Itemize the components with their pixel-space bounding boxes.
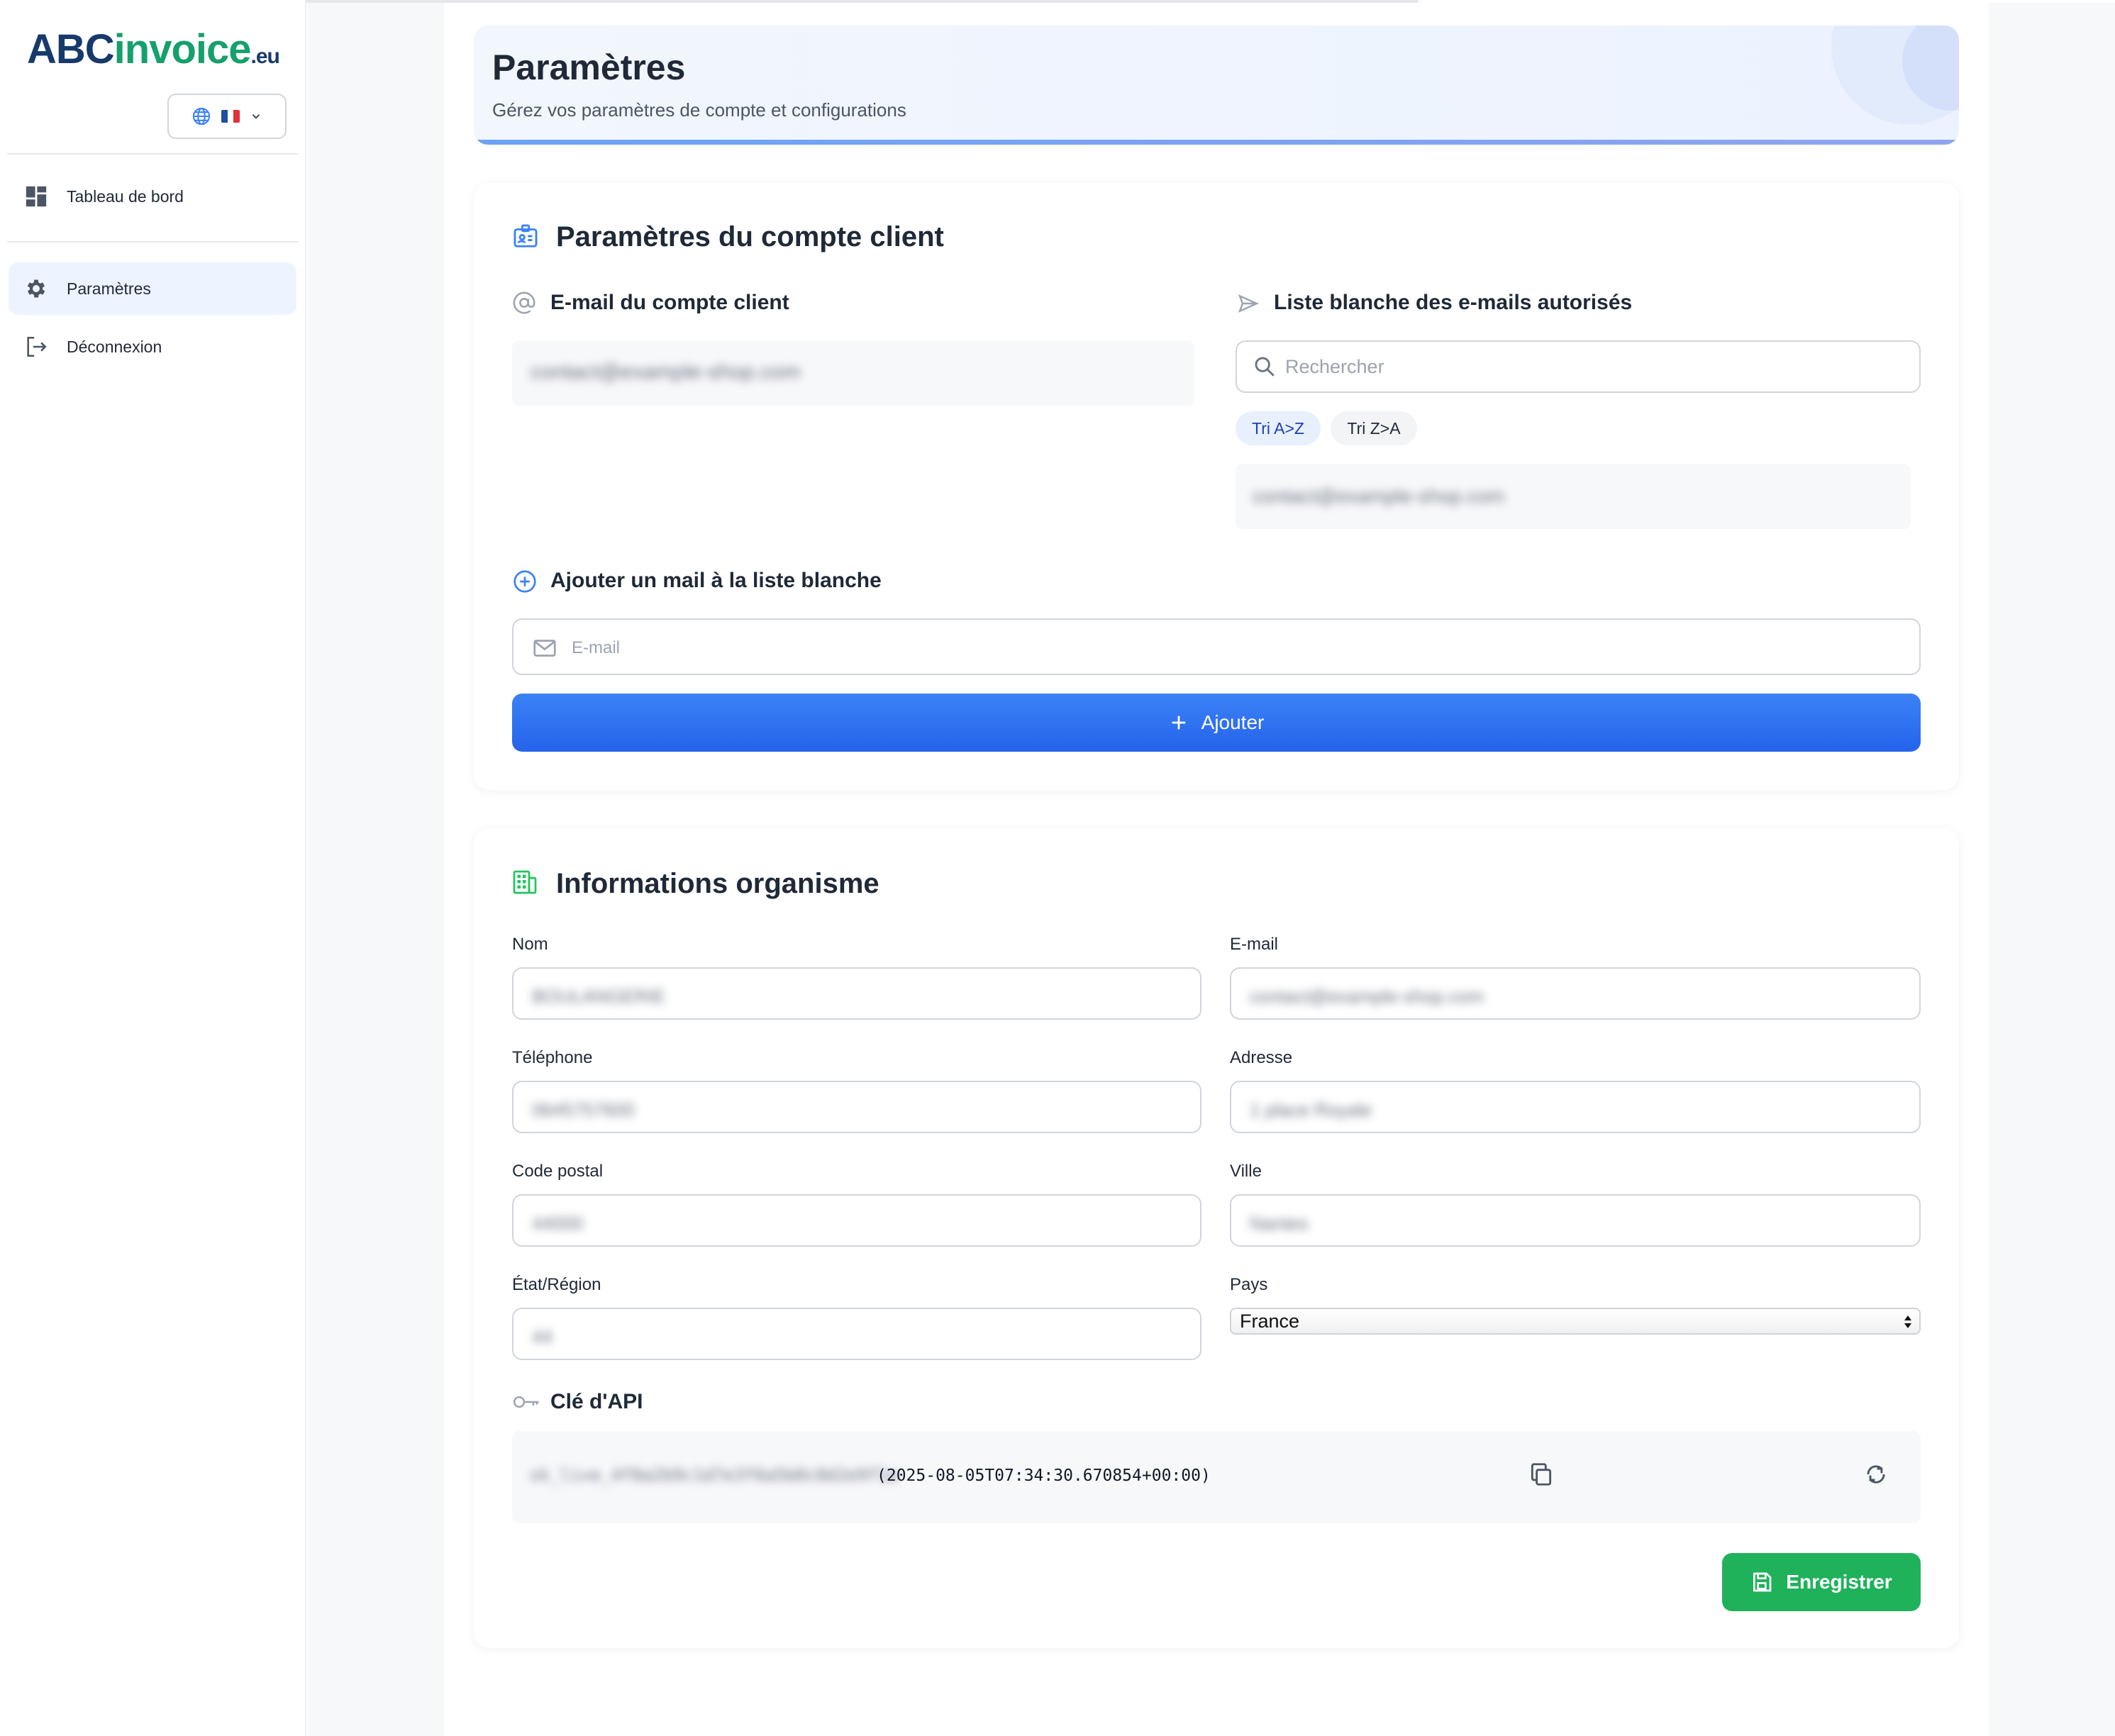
regenerate-icon[interactable] bbox=[1863, 1461, 1889, 1488]
globe-icon bbox=[192, 107, 211, 126]
email-value: contact@example-shop.com bbox=[1250, 986, 1484, 1007]
gear-icon bbox=[27, 279, 45, 298]
organisation-card: Informations organisme Nom BOULANGERIE E… bbox=[474, 828, 1959, 1648]
search-icon bbox=[1255, 357, 1275, 377]
logo-tld: .eu bbox=[250, 45, 280, 68]
key-icon bbox=[513, 1396, 539, 1408]
send-icon bbox=[1238, 294, 1259, 313]
region-value: 44 bbox=[532, 1326, 553, 1347]
nom-value: BOULANGERIE bbox=[532, 986, 665, 1007]
telephone-value: 0645757600 bbox=[532, 1099, 635, 1120]
save-button-label: Enregistrer bbox=[1786, 1571, 1892, 1593]
adresse-value: 1 place Royale bbox=[1250, 1099, 1372, 1120]
sidebar-item-label: Paramètres bbox=[67, 279, 151, 298]
field-label-nom: Nom bbox=[512, 935, 548, 954]
field-label-ville: Ville bbox=[1230, 1162, 1262, 1181]
logout-icon bbox=[27, 336, 47, 357]
language-selector[interactable] bbox=[167, 94, 287, 139]
section-title: Paramètres du compte client bbox=[556, 221, 944, 252]
section-title: Informations organisme bbox=[556, 868, 879, 899]
sidebar-item-label: Tableau de bord bbox=[67, 187, 184, 206]
copy-icon[interactable] bbox=[1528, 1461, 1555, 1488]
api-key-timestamp: (2025-08-05T07:34:30.670854+00:00) bbox=[877, 1467, 1211, 1485]
account-email-value: contact@example-shop.com bbox=[531, 360, 801, 384]
sidebar-item-settings[interactable]: Paramètres bbox=[9, 262, 296, 315]
sidebar-item-logout[interactable]: Déconnexion bbox=[9, 321, 296, 373]
pays-selected-value: France bbox=[1240, 1310, 1300, 1332]
ville-value: Nantes bbox=[1250, 1213, 1309, 1234]
add-whitelist-title: Ajouter un mail à la liste blanche bbox=[550, 569, 882, 592]
whitelist-list: contact@example-shop.com bbox=[1236, 464, 1911, 529]
sidebar-item-label: Déconnexion bbox=[67, 337, 162, 356]
nom-field[interactable]: BOULANGERIE bbox=[512, 967, 1201, 1020]
logo-invoice: invoice bbox=[113, 26, 252, 72]
telephone-field[interactable]: 0645757600 bbox=[512, 1081, 1201, 1133]
header-accent-bar bbox=[474, 140, 1959, 145]
sort-az-button[interactable]: Tri A>Z bbox=[1236, 411, 1321, 445]
add-email-button[interactable]: Ajouter bbox=[512, 694, 1921, 752]
api-key-value: sk_live_4f8a2b9c1d7e3f6a5b0c8d2e9f1a bbox=[529, 1465, 899, 1485]
ville-field[interactable]: Nantes bbox=[1230, 1194, 1921, 1247]
chevron-down-icon bbox=[252, 114, 260, 119]
field-label-region: État/Région bbox=[512, 1275, 601, 1294]
whitelist-search-input[interactable]: Rechercher bbox=[1236, 340, 1921, 393]
sidebar: ABCinvoice.eu Tableau de bord Paramètres… bbox=[0, 0, 306, 1736]
id-card-icon bbox=[514, 224, 538, 247]
adresse-field[interactable]: 1 place Royale bbox=[1230, 1081, 1921, 1133]
save-button[interactable]: Enregistrer bbox=[1722, 1553, 1921, 1611]
whitelist-title: Liste blanche des e-mails autorisés bbox=[1274, 291, 1633, 314]
page-subtitle: Gérez vos paramètres de compte et config… bbox=[492, 99, 906, 121]
email-field[interactable]: contact@example-shop.com bbox=[1230, 967, 1921, 1020]
email-placeholder: E-mail bbox=[572, 638, 621, 657]
dashboard-icon bbox=[26, 186, 47, 207]
flag-fr-icon bbox=[221, 110, 240, 123]
list-item[interactable]: contact@example-shop.com bbox=[1253, 485, 1504, 508]
account-email-display: contact@example-shop.com bbox=[512, 340, 1194, 406]
divider bbox=[7, 241, 298, 243]
sidebar-item-dashboard[interactable]: Tableau de bord bbox=[9, 170, 296, 223]
select-arrows-icon bbox=[1904, 1315, 1911, 1328]
field-label-code-postal: Code postal bbox=[512, 1162, 604, 1181]
api-key-title: Clé d'API bbox=[550, 1390, 643, 1413]
field-label-adresse: Adresse bbox=[1230, 1048, 1293, 1067]
account-settings-card: Paramètres du compte client E-mail du co… bbox=[474, 183, 1959, 790]
field-label-telephone: Téléphone bbox=[512, 1048, 593, 1067]
field-label-pays: Pays bbox=[1230, 1275, 1268, 1294]
mail-icon bbox=[533, 640, 556, 657]
page-header: Paramètres Gérez vos paramètres de compt… bbox=[474, 26, 1959, 145]
sort-za-button[interactable]: Tri Z>A bbox=[1331, 411, 1417, 445]
building-icon bbox=[513, 870, 537, 894]
add-button-label: Ajouter bbox=[1201, 711, 1265, 733]
account-email-title: E-mail du compte client bbox=[550, 291, 789, 314]
at-sign-icon bbox=[513, 291, 535, 314]
pays-select[interactable]: France bbox=[1230, 1308, 1921, 1335]
search-placeholder: Rechercher bbox=[1285, 356, 1384, 377]
region-field[interactable]: 44 bbox=[512, 1308, 1201, 1360]
plus-icon bbox=[1172, 716, 1185, 730]
api-key-box: sk_live_4f8a2b9c1d7e3f6a5b0c8d2e9f1a (20… bbox=[512, 1431, 1921, 1523]
plus-circle-icon bbox=[514, 570, 536, 593]
save-icon bbox=[1753, 1572, 1772, 1592]
field-label-email: E-mail bbox=[1230, 935, 1279, 954]
divider bbox=[7, 153, 298, 155]
brand-logo[interactable]: ABCinvoice.eu bbox=[27, 26, 280, 73]
whitelist-email-input[interactable]: E-mail bbox=[512, 618, 1921, 675]
code-postal-value: 44000 bbox=[532, 1213, 584, 1234]
code-postal-field[interactable]: 44000 bbox=[512, 1194, 1201, 1247]
logo-abc: ABC bbox=[27, 26, 115, 72]
page-title: Paramètres bbox=[492, 48, 686, 87]
